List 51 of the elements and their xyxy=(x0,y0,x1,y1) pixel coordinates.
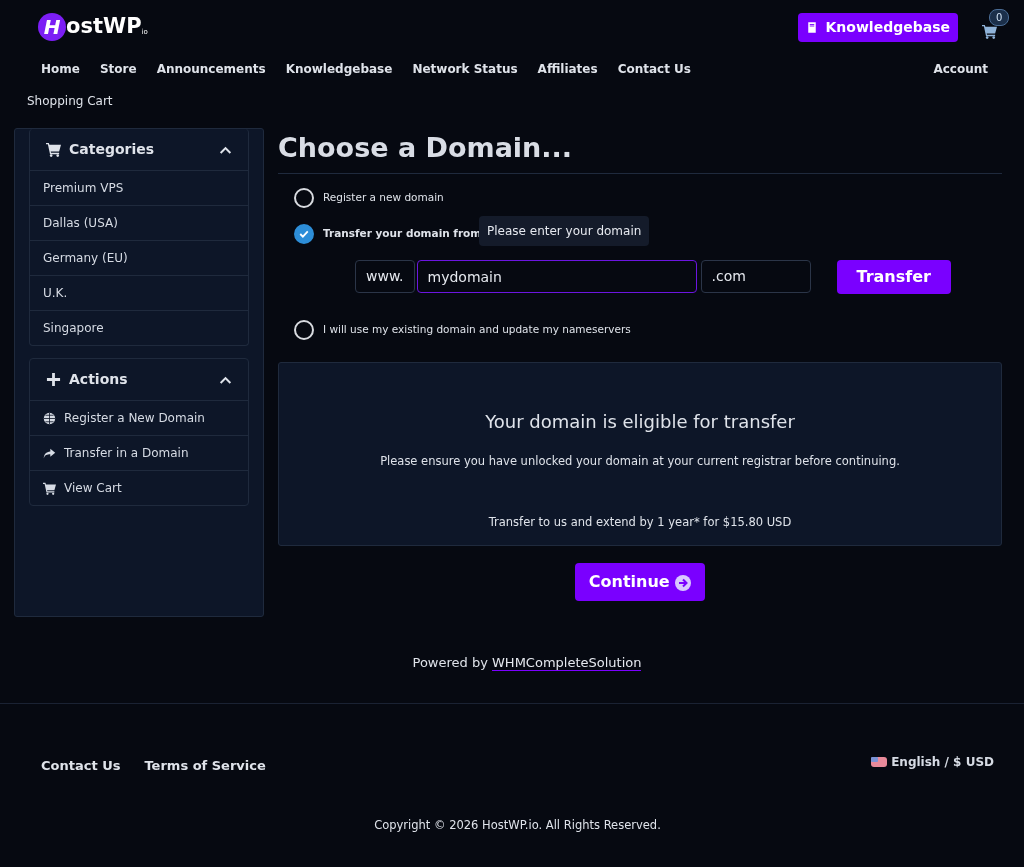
option-label: Register a new domain xyxy=(323,189,444,205)
sidebar-item[interactable]: Singapore xyxy=(43,319,104,337)
sidebar-item[interactable]: Register a New Domain xyxy=(64,409,205,427)
transfer-button[interactable]: Transfer xyxy=(836,259,951,294)
radio-button[interactable] xyxy=(294,223,314,244)
sidebar-item[interactable]: Dallas (USA) xyxy=(43,214,118,232)
flag-icon xyxy=(871,757,888,768)
nav-link[interactable]: Network Status xyxy=(402,54,528,84)
panel-title: Categories xyxy=(69,140,156,159)
cart-icon xyxy=(46,142,61,157)
book-icon xyxy=(805,20,818,34)
logo-mark: H xyxy=(38,13,66,41)
whmcs-link[interactable]: WHMCompleteSolution xyxy=(492,655,642,671)
option-label: I will use my existing domain and update my nameservers xyxy=(323,321,631,337)
nav-link[interactable]: Affiliates xyxy=(527,54,608,84)
result-heading: Your domain is eligible for transfer xyxy=(484,409,796,434)
nav-link[interactable]: Knowledgebase xyxy=(275,54,403,84)
result-note: Please ensure you have unlocked your domain at your current registrar before continuing. xyxy=(379,452,901,470)
domain-input-field[interactable]: mydomain xyxy=(416,260,697,293)
sidebar-item[interactable]: Premium VPS xyxy=(43,179,124,197)
nav-link[interactable]: Announcements xyxy=(146,54,276,84)
www-prefix: www. xyxy=(355,260,415,293)
sidebar-item[interactable]: Transfer in a Domain xyxy=(64,444,189,462)
plus-icon xyxy=(46,372,61,387)
account-link[interactable]: Account xyxy=(923,54,998,84)
cart-icon xyxy=(43,481,56,495)
nav-link[interactable]: Store xyxy=(89,54,147,84)
copyright-text: Copyright © 2026 HostWP.io. All Rights Reserved. xyxy=(373,817,662,834)
logo-name: ostWP xyxy=(66,13,142,41)
cart-icon xyxy=(982,24,997,40)
tld-select[interactable]: .com xyxy=(700,260,811,293)
knowledgebase-button[interactable]: Knowledgebase xyxy=(797,12,958,42)
panel-title: Actions xyxy=(69,370,129,389)
powered-by-text: Powered by xyxy=(412,655,489,670)
footer-link[interactable]: Contact Us xyxy=(41,755,121,775)
result-price: Transfer to us and extend by 1 year* for $15.80 USD xyxy=(487,513,793,531)
nav-link[interactable]: Home xyxy=(31,54,90,84)
cart-count-badge: 0 xyxy=(989,9,1010,27)
tooltip: Please enter your domain xyxy=(479,215,650,246)
arrow-circle-icon xyxy=(675,574,692,591)
sidebar-item[interactable]: View Cart xyxy=(64,479,122,497)
footer-link[interactable]: Terms of Service xyxy=(144,755,266,775)
nav-link[interactable]: Contact Us xyxy=(607,54,701,84)
page-title: Choose a Domain... xyxy=(278,128,1002,174)
continue-button[interactable]: Continue xyxy=(574,563,706,601)
sidebar-item[interactable]: Germany (EU) xyxy=(43,249,128,267)
share-arrow-icon xyxy=(43,446,56,460)
language-currency-link[interactable]: English / $ USD xyxy=(871,749,994,775)
breadcrumb-text: Shopping Cart xyxy=(26,93,114,110)
sidebar-item[interactable]: U.K. xyxy=(43,284,68,302)
globe-icon xyxy=(43,411,56,425)
